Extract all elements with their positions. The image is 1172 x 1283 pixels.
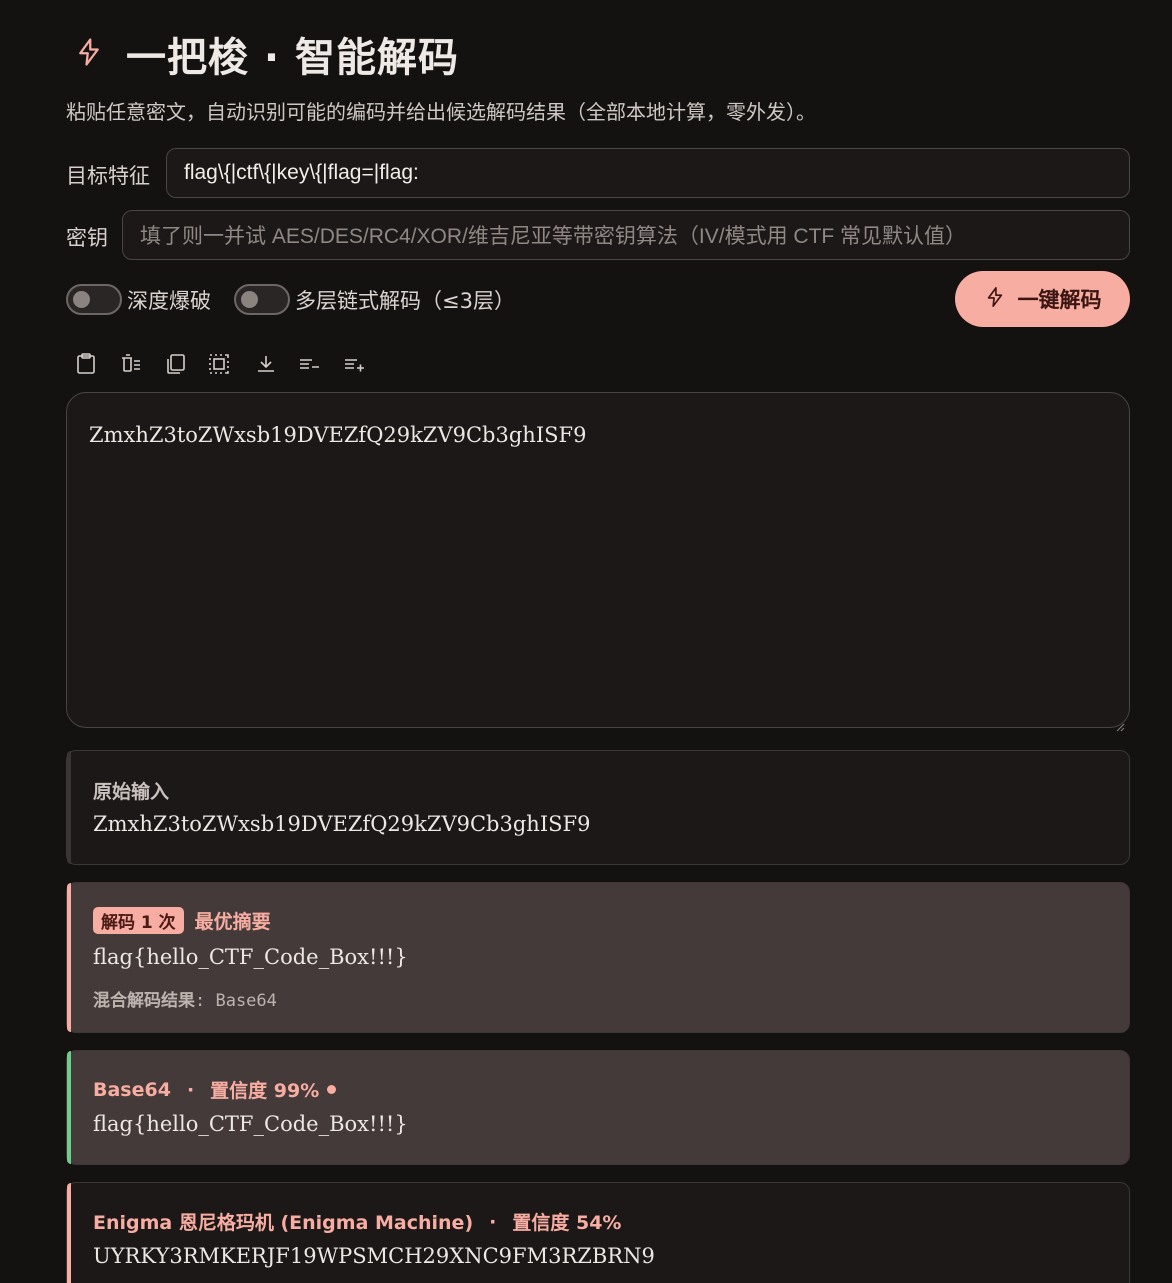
clear-icon[interactable] (119, 352, 143, 376)
summary-title: 最优摘要 (194, 911, 271, 933)
decode-button-label: 一键解码 (1017, 288, 1102, 312)
deep-brute-switch[interactable] (66, 284, 122, 315)
select-all-icon[interactable] (207, 352, 231, 376)
ciphertext-editor[interactable]: ZmxhZ3toZWxsb19DVEZfQ29kZV9Cb3ghISF9 (66, 392, 1130, 732)
summary-value: flag{hello_CTF_Code_Box!!!} (93, 945, 408, 969)
clipboard-paste-icon[interactable] (74, 352, 98, 376)
download-icon[interactable] (254, 352, 278, 376)
chain-decode-toggle[interactable]: 多层链式解码（≤3层） (234, 284, 515, 315)
copy-icon[interactable] (164, 352, 188, 376)
original-input-card: 原始输入 ZmxhZ3toZWxsb19DVEZfQ29kZV9Cb3ghISF… (66, 750, 1130, 865)
result-value: flag{hello_CTF_Code_Box!!!} (93, 1112, 408, 1136)
target-pattern-input[interactable]: flag\{|ctf\{|key\{|flag=|flag: (166, 148, 1130, 198)
result-card-base64[interactable]: Base64 · 置信度 99% flag{hello_CTF_Code_Box… (66, 1050, 1130, 1165)
ciphertext-value: ZmxhZ3toZWxsb19DVEZfQ29kZV9Cb3ghISF9 (89, 423, 587, 447)
result-value: UYRKY3RMKERJF19WPSMCH29XNC9FM3RZBRN9 (93, 1244, 655, 1268)
header: 一把梭 · 智能解码 (74, 28, 460, 81)
page-subtitle: 粘贴任意密文，自动识别可能的编码并给出候选解码结果（全部本地计算，零外发）。 (66, 100, 816, 124)
summary-meta: 混合解码结果: Base64 (93, 991, 277, 1011)
result-confidence: 置信度 99% (210, 1080, 320, 1102)
chain-decode-label: 多层链式解码（≤3层） (295, 288, 515, 313)
lightning-icon (984, 286, 1006, 313)
collapse-icon[interactable] (297, 352, 321, 376)
result-header: Base64 · 置信度 99% (93, 1076, 337, 1103)
target-label: 目标特征 (66, 164, 150, 188)
resize-grip-icon[interactable] (1115, 713, 1125, 732)
deep-brute-toggle[interactable]: 深度爆破 (66, 284, 211, 315)
result-name: Base64 (93, 1078, 171, 1101)
lightning-icon (74, 37, 104, 71)
summary-card: 解码 1 次 最优摘要 flag{hello_CTF_Code_Box!!!} … (66, 882, 1130, 1033)
best-match-dot-icon (327, 1085, 337, 1094)
result-confidence: 置信度 54% (512, 1212, 622, 1234)
chain-decode-switch[interactable] (234, 284, 290, 315)
card-value: ZmxhZ3toZWxsb19DVEZfQ29kZV9Cb3ghISF9 (93, 812, 591, 836)
result-header: Enigma 恩尼格玛机 (Enigma Machine) · 置信度 54% (93, 1208, 621, 1235)
expand-icon[interactable] (342, 352, 366, 376)
page-title: 一把梭 · 智能解码 (126, 35, 460, 81)
decode-count-badge: 解码 1 次 (93, 907, 184, 934)
key-label: 密钥 (66, 226, 108, 250)
card-title: 原始输入 (93, 781, 170, 803)
summary-header: 解码 1 次 最优摘要 (93, 907, 271, 934)
deep-brute-label: 深度爆破 (127, 288, 211, 313)
result-name: Enigma 恩尼格玛机 (Enigma Machine) (93, 1212, 474, 1234)
decode-button[interactable]: 一键解码 (955, 271, 1130, 327)
result-card-enigma[interactable]: Enigma 恩尼格玛机 (Enigma Machine) · 置信度 54% … (66, 1182, 1130, 1283)
key-input[interactable]: 填了则一并试 AES/DES/RC4/XOR/维吉尼亚等带密钥算法（IV/模式用… (122, 210, 1130, 260)
